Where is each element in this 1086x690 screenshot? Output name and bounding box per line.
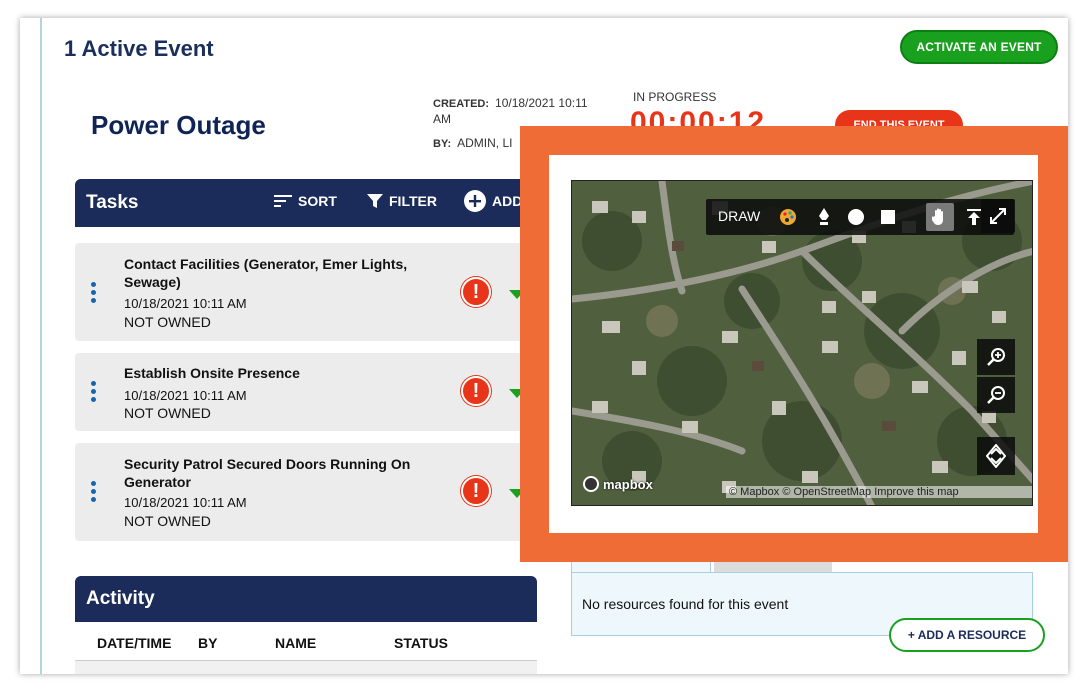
sort-button[interactable]: SORT — [274, 193, 337, 209]
sort-icon — [274, 195, 292, 207]
task-owner: NOT OWNED — [124, 314, 211, 330]
sort-label: SORT — [298, 193, 337, 209]
kebab-menu-icon[interactable] — [90, 481, 98, 503]
hand-icon[interactable] — [926, 203, 954, 231]
alert-icon: ! — [461, 277, 491, 307]
activate-event-button[interactable]: ACTIVATE AN EVENT — [900, 30, 1058, 64]
app-window: 1 Active Event ACTIVATE AN EVENT Power O… — [20, 18, 1068, 674]
created-info: CREATED: 10/18/2021 10:11 AM — [433, 96, 593, 127]
task-card[interactable]: Establish Onsite Presence 10/18/2021 10:… — [75, 353, 545, 431]
table-row — [75, 661, 537, 674]
created-label: CREATED: — [433, 98, 490, 110]
task-date: 10/18/2021 10:11 AM — [124, 388, 247, 403]
task-name: Security Patrol Secured Doors Running On… — [124, 456, 411, 490]
col-by[interactable]: BY — [198, 635, 217, 651]
event-title: Power Outage — [91, 110, 266, 140]
task-owner: NOT OWNED — [124, 513, 211, 529]
circle-icon[interactable] — [842, 203, 870, 231]
zoom-in-icon[interactable] — [977, 339, 1015, 375]
page-title: 1 Active Event — [64, 36, 214, 61]
filter-button[interactable]: FILTER — [367, 193, 437, 209]
pen-icon[interactable] — [810, 203, 838, 231]
task-date: 10/18/2021 10:11 AM — [124, 495, 247, 510]
draw-toolbar: DRAW — [706, 199, 1014, 235]
created-by-info: BY: ADMIN, LI — [433, 136, 512, 150]
task-card[interactable]: Contact Facilities (Generator, Emer Ligh… — [75, 243, 545, 341]
alert-icon: ! — [461, 376, 491, 406]
no-resources-text: No resources found for this event — [582, 596, 789, 612]
mapbox-logo[interactable]: mapbox — [583, 476, 653, 492]
filter-icon — [367, 194, 383, 208]
col-name[interactable]: NAME — [275, 635, 316, 651]
col-datetime[interactable]: DATE/TIME — [97, 635, 171, 651]
task-owner: NOT OWNED — [124, 405, 211, 421]
fullscreen-icon[interactable] — [981, 199, 1015, 233]
add-task-label: ADD — [492, 193, 523, 209]
add-task-button[interactable]: ADD — [464, 190, 522, 212]
mapbox-logo-text: mapbox — [603, 476, 653, 492]
event-status: IN PROGRESS — [633, 90, 717, 104]
activity-title: Activity — [86, 588, 155, 609]
col-status[interactable]: STATUS — [394, 635, 448, 651]
tasks-title: Tasks — [86, 192, 139, 213]
task-card[interactable]: Security Patrol Secured Doors Running On… — [75, 443, 545, 541]
mapbox-logo-icon — [583, 476, 599, 492]
by-label: BY: — [433, 138, 452, 150]
draw-label: DRAW — [718, 208, 761, 224]
palette-icon[interactable] — [774, 203, 802, 231]
kebab-menu-icon[interactable] — [90, 381, 98, 403]
task-name: Establish Onsite Presence — [124, 365, 300, 381]
plus-circle-icon — [464, 190, 486, 212]
add-resource-button[interactable]: + ADD A RESOURCE — [889, 618, 1045, 652]
filter-label: FILTER — [389, 193, 437, 209]
zoom-out-icon[interactable] — [977, 377, 1015, 413]
kebab-menu-icon[interactable] — [90, 282, 98, 304]
activity-header: Activity — [75, 576, 537, 622]
task-date: 10/18/2021 10:11 AM — [124, 296, 247, 311]
map-attribution[interactable]: © Mapbox © OpenStreetMap Improve this ma… — [726, 486, 1032, 498]
task-name: Contact Facilities (Generator, Emer Ligh… — [124, 256, 408, 290]
square-icon[interactable] — [874, 203, 902, 231]
left-rail — [40, 18, 42, 674]
alert-icon: ! — [461, 476, 491, 506]
tasks-header: Tasks SORT FILTER ADD — [75, 179, 545, 227]
reset-orientation-icon[interactable] — [977, 437, 1015, 475]
by-value: ADMIN, LI — [457, 136, 513, 150]
